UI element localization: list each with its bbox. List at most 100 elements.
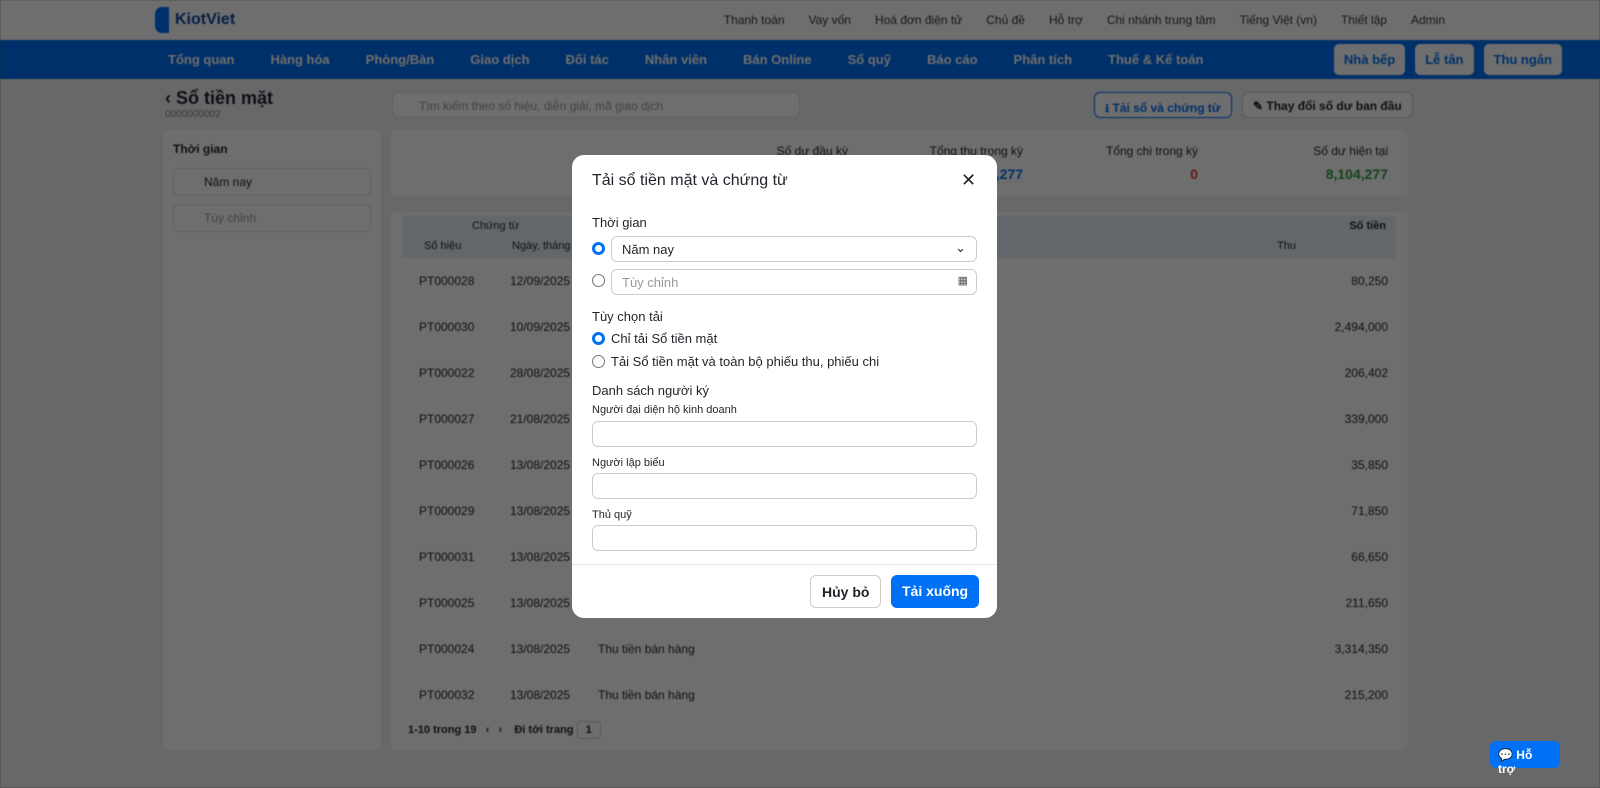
summary-label: Tổng chi trong kỳ bbox=[1105, 144, 1198, 158]
cell-date: 21/08/2025 bbox=[510, 412, 571, 426]
top-link[interactable]: Chủ đề bbox=[986, 13, 1025, 27]
time-select[interactable]: Năm nay ⌄ bbox=[611, 236, 977, 262]
cell-date: 12/09/2025 bbox=[510, 274, 571, 288]
radio-this-year[interactable] bbox=[592, 242, 605, 255]
page-input[interactable]: 1 bbox=[576, 721, 601, 739]
top-link[interactable]: Hoá đơn điện tử bbox=[875, 13, 962, 27]
logo[interactable]: KiotViet bbox=[155, 7, 235, 33]
cell-code: PT000027 bbox=[419, 412, 475, 426]
top-link[interactable]: Vay vốn bbox=[809, 13, 851, 27]
nav-item[interactable]: Tổng quan bbox=[168, 52, 234, 67]
download-ledger-button[interactable]: ⭳ Tải sổ và chứng từ bbox=[1094, 92, 1232, 118]
cell-code: PT000025 bbox=[419, 596, 475, 610]
option-cash-only[interactable]: Chỉ tải Sổ tiền mặt bbox=[611, 331, 717, 346]
col-thu[interactable]: Thu bbox=[1277, 240, 1296, 252]
signer2-input[interactable] bbox=[592, 473, 977, 499]
top-link[interactable]: Tiếng Việt (vn) bbox=[1240, 13, 1317, 27]
filter-sidebar: Thời gian Năm nay Tùy chỉnh bbox=[163, 130, 381, 750]
cell-date: 13/08/2025 bbox=[510, 504, 571, 518]
col-code[interactable]: Số hiệu bbox=[424, 240, 461, 252]
radio-cash-only[interactable] bbox=[592, 332, 605, 345]
nav-right-button[interactable]: Lễ tân bbox=[1415, 44, 1474, 75]
nav-item[interactable]: Phân tích bbox=[1014, 52, 1073, 67]
cell-date: 13/08/2025 bbox=[510, 550, 571, 564]
page-title: ‹ Sổ tiền mặt 0000000002 bbox=[165, 88, 274, 120]
cell-date: 13/08/2025 bbox=[510, 596, 571, 610]
nav-item[interactable]: Sổ quỹ bbox=[848, 52, 891, 67]
top-bar: KiotViet Thanh toán Vay vốn Hoá đơn điện t… bbox=[0, 0, 1600, 40]
nav-item[interactable]: Báo cáo bbox=[927, 52, 978, 67]
page-info: 1-10 trong 19 bbox=[408, 724, 477, 736]
calendar-icon[interactable]: ▦ bbox=[958, 274, 968, 287]
cell-amount: 211,650 bbox=[1345, 596, 1389, 610]
title-text: Sổ tiền mặt bbox=[176, 88, 274, 108]
dialog-footer-divider bbox=[572, 564, 997, 565]
select-value: Năm nay bbox=[622, 242, 675, 257]
nav-item[interactable]: Thuế & Kế toán bbox=[1108, 52, 1203, 67]
cell-amount: 215,200 bbox=[1344, 688, 1388, 702]
radio-all[interactable] bbox=[592, 355, 605, 368]
cell-date: 10/09/2025 bbox=[510, 320, 571, 334]
cell-date: 28/08/2025 bbox=[510, 366, 571, 380]
top-link[interactable]: Hỗ trợ bbox=[1049, 13, 1083, 27]
help-button[interactable]: 💬 Hỗ trợ bbox=[1490, 741, 1560, 776]
cell-date: 13/08/2025 bbox=[510, 688, 571, 702]
table-row[interactable]: PT000024 13/08/2025 Thu tiền bán hàng 3,314… bbox=[402, 626, 1396, 672]
cell-amount: 206,402 bbox=[1344, 366, 1388, 380]
header-amount-group: Số tiền bbox=[1349, 220, 1386, 232]
nav-item[interactable]: Phòng/Bàn bbox=[366, 52, 435, 67]
custom-date[interactable]: Tùy chỉnh bbox=[173, 204, 371, 232]
signer1-input[interactable] bbox=[592, 421, 977, 447]
close-icon[interactable]: ✕ bbox=[961, 170, 976, 191]
summary-value: 0 bbox=[1190, 166, 1198, 182]
cell-code: PT000029 bbox=[419, 504, 475, 518]
option-all[interactable]: Tải Sổ tiền mặt và toàn bộ phiếu thu, ph… bbox=[611, 354, 879, 369]
header-group: Chứng từ bbox=[472, 220, 520, 232]
main-nav: Tổng quan Hàng hóa Phòng/Bàn Giao dịch Đối t… bbox=[0, 40, 1600, 79]
logo-text: KiotViet bbox=[175, 11, 236, 28]
col-date[interactable]: Ngày, tháng bbox=[512, 240, 571, 252]
nav-item[interactable]: Giao dịch bbox=[470, 52, 529, 67]
signer3-input[interactable] bbox=[592, 525, 977, 551]
placeholder: Tùy chỉnh bbox=[622, 275, 679, 290]
summary-label: Số dư hiện tại bbox=[1313, 144, 1388, 158]
top-link[interactable]: Thiết lập bbox=[1341, 13, 1387, 27]
cell-amount: 35,850 bbox=[1351, 458, 1388, 472]
nav-item[interactable]: Đối tác bbox=[566, 52, 609, 67]
radio-custom[interactable] bbox=[592, 274, 605, 287]
change-balance-button[interactable]: ✎ Thay đổi số dư ban đầu bbox=[1242, 92, 1413, 118]
goto-label: Đi tới trang bbox=[514, 724, 574, 736]
time-select[interactable]: Năm nay bbox=[173, 168, 371, 196]
top-link[interactable]: Thanh toán bbox=[724, 13, 785, 27]
dialog-title: Tải sổ tiền mặt và chứng từ bbox=[592, 172, 788, 189]
download-button[interactable]: Tải xuống bbox=[891, 575, 980, 608]
options-label: Tùy chọn tải bbox=[592, 309, 663, 324]
cancel-button[interactable]: Hủy bỏ bbox=[810, 575, 882, 608]
filter-label: Thời gian bbox=[173, 142, 228, 156]
label: Tải sổ và chứng từ bbox=[1112, 101, 1221, 115]
nav-item[interactable]: Bán Online bbox=[743, 52, 812, 67]
top-link[interactable]: Admin bbox=[1411, 13, 1445, 27]
pagination: 1-10 trong 19 ‹ › Đi tới trang 1 bbox=[408, 721, 601, 739]
summary-item: Số dư hiện tại 8,104,277 bbox=[1313, 144, 1388, 182]
custom-date-input[interactable]: Tùy chỉnh ▦ bbox=[611, 269, 977, 295]
download-dialog: Tải sổ tiền mặt và chứng từ ✕ Thời gian … bbox=[572, 155, 997, 618]
nav-right-button[interactable]: Thu ngân bbox=[1483, 44, 1562, 75]
table-row[interactable]: PT000032 13/08/2025 Thu tiền bán hàng 215,2… bbox=[402, 672, 1396, 718]
chevron-down-icon: ⌄ bbox=[955, 240, 966, 255]
cell-code: PT000030 bbox=[419, 320, 475, 334]
nav-item[interactable]: Nhân viên bbox=[645, 52, 707, 67]
cell-amount: 2,494,000 bbox=[1334, 320, 1388, 334]
signer3-label: Thủ quỹ bbox=[592, 509, 632, 521]
cell-amount: 3,314,350 bbox=[1334, 642, 1388, 656]
cell-desc: Thu tiền bán hàng bbox=[598, 642, 695, 656]
nav-item[interactable]: Hàng hóa bbox=[270, 52, 329, 67]
search-input[interactable]: Tìm kiếm theo số hiệu, diễn giải, mã gia… bbox=[392, 92, 800, 118]
cell-amount: 66,650 bbox=[1351, 550, 1388, 564]
top-link[interactable]: Chi nhánh trung tâm bbox=[1107, 13, 1216, 27]
nav-right-button[interactable]: Nhà bếp bbox=[1333, 44, 1406, 75]
cell-code: PT000026 bbox=[419, 458, 475, 472]
nav-right-buttons: Nhà bếp Lễ tân Thu ngân bbox=[1333, 44, 1562, 75]
cell-code: PT000024 bbox=[419, 642, 475, 656]
label: Thay đổi số dư ban đầu bbox=[1266, 99, 1402, 113]
